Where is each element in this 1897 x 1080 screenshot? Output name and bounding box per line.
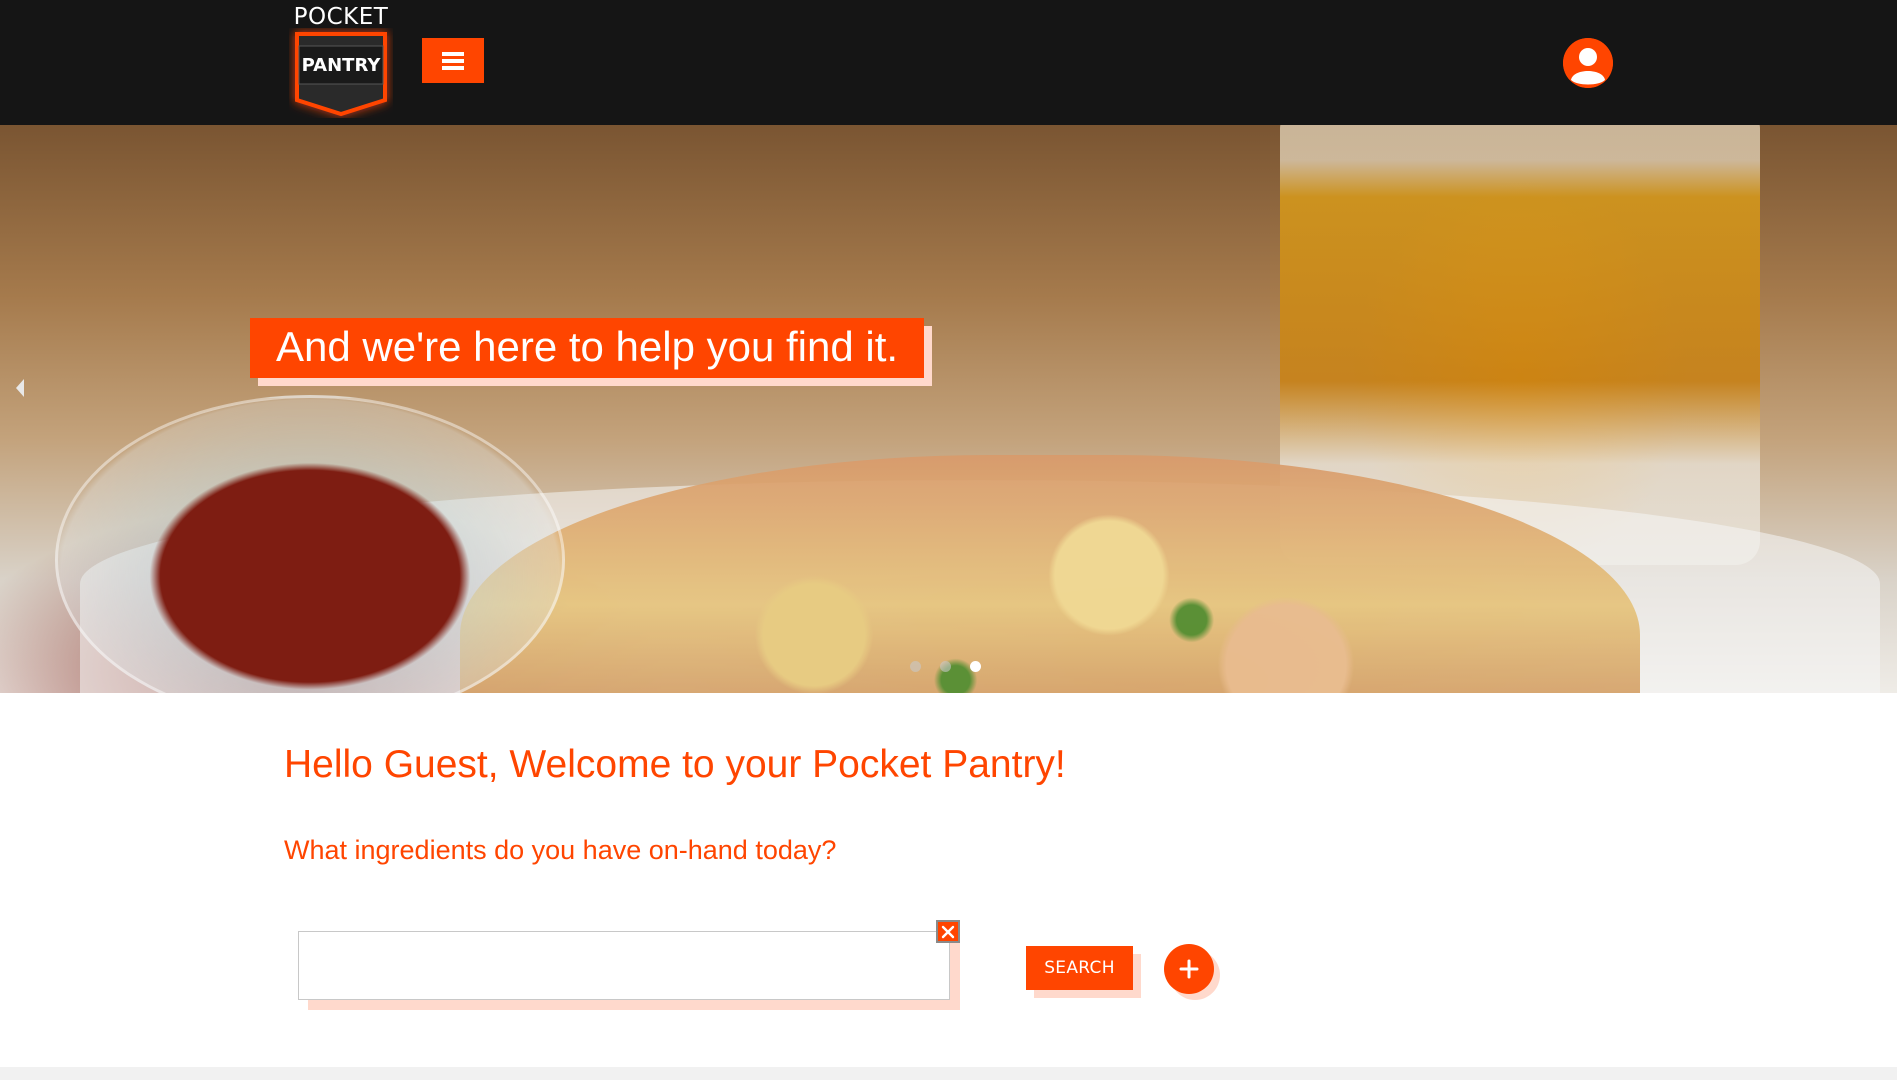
carousel-dot-1[interactable] [910, 661, 921, 672]
ingredient-search-input[interactable] [298, 931, 950, 1000]
menu-button[interactable] [422, 38, 484, 83]
ingredient-search-wrapper [298, 931, 950, 1000]
hero-image-ketchup-bowl [55, 395, 565, 693]
hamburger-icon [442, 51, 464, 70]
plus-icon [1179, 959, 1199, 979]
hero-carousel[interactable]: And we're here to help you find it. [0, 125, 1897, 693]
ingredients-prompt: What ingredients do you have on-hand tod… [284, 835, 837, 865]
top-navbar: POCKET PANTRY [0, 0, 1897, 125]
pocket-pantry-logo[interactable]: POCKET PANTRY [289, 4, 393, 117]
close-icon [941, 925, 955, 938]
caret-left-icon [16, 379, 24, 397]
search-button[interactable]: SEARCH [1026, 946, 1133, 990]
carousel-dot-2[interactable] [940, 661, 951, 672]
logo-text-top: POCKET [293, 4, 389, 30]
carousel-prev-button[interactable] [10, 373, 30, 403]
user-avatar-icon [1563, 38, 1613, 88]
logo-text-main: PANTRY [301, 55, 381, 76]
welcome-heading: Hello Guest, Welcome to your Pocket Pant… [284, 743, 1066, 786]
carousel-dot-3[interactable] [970, 661, 981, 672]
footer-strip [0, 1067, 1897, 1080]
add-ingredient-button[interactable] [1164, 944, 1214, 994]
carousel-indicators [910, 661, 981, 672]
carousel-caption: And we're here to help you find it. [250, 318, 925, 378]
clear-search-button[interactable] [936, 920, 960, 943]
account-button[interactable] [1563, 38, 1613, 88]
